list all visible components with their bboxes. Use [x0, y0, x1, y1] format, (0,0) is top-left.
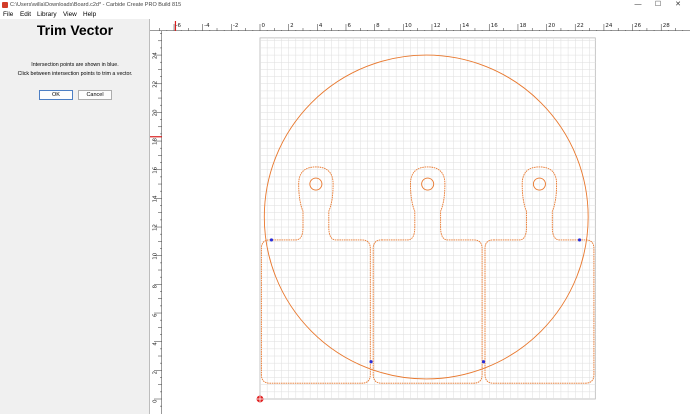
ruler-label: 24: [153, 52, 159, 59]
intersection-point: [481, 360, 486, 364]
horizontal-ruler: -6 -4 -2 0 2 4 6 8 10 12 14 16 18 20 22 24 26 28: [150, 19, 690, 32]
ruler-label: 12: [153, 224, 159, 231]
ok-button[interactable]: OK: [39, 90, 73, 100]
trim-vector-panel: Trim Vector Intersection points are show…: [0, 19, 150, 414]
ruler-label: 10: [153, 252, 159, 259]
vertical-ruler: 24 22 20 18 16 14 12 10 8 6 4 2 0: [150, 31, 162, 414]
ruler-label: 22: [577, 23, 584, 29]
menu-edit[interactable]: Edit: [20, 10, 31, 19]
ruler-label: 6: [347, 23, 351, 29]
ruler-label: 16: [153, 166, 159, 173]
ruler-label: 10: [405, 23, 412, 29]
app-icon: [2, 2, 8, 8]
ruler-label: 26: [634, 23, 641, 29]
menu-file[interactable]: File: [3, 10, 13, 19]
menu-help[interactable]: Help: [83, 10, 96, 19]
panel-message-intersections: Intersection points are shown in blue.: [31, 62, 119, 68]
ruler-label: -2: [233, 23, 238, 29]
ruler-label: 28: [663, 23, 670, 29]
menu-bar: File Edit Library View Help: [0, 10, 690, 19]
vertical-ruler-graphic: 242220181614121086420: [150, 33, 162, 407]
ruler-label: 22: [153, 81, 159, 88]
panel-message-instructions: Click between intersection points to tri…: [17, 71, 133, 77]
intersection-point: [577, 238, 582, 242]
title-bar: C:\Users\willa\Downloads\Board.c2d* - Ca…: [0, 0, 690, 10]
ruler-label: -4: [204, 23, 210, 29]
ruler-label: 2: [153, 371, 159, 375]
ruler-label: 24: [605, 23, 612, 29]
ruler-label: 0: [153, 399, 159, 403]
ruler-label: 20: [548, 23, 555, 29]
cancel-button[interactable]: Cancel: [78, 90, 112, 100]
window-title: C:\Users\willa\Downloads\Board.c2d* - Ca…: [10, 2, 182, 8]
close-button[interactable]: ✕: [668, 0, 688, 10]
ruler-label: 20: [153, 109, 159, 116]
ruler-label: 18: [519, 23, 526, 29]
ruler-label: 8: [376, 23, 380, 29]
ruler-label: -6: [176, 23, 182, 29]
panel-title: Trim Vector: [36, 22, 114, 38]
ruler-label: 6: [153, 313, 159, 317]
menu-view[interactable]: View: [63, 10, 77, 19]
menu-library[interactable]: Library: [37, 10, 57, 19]
design-canvas[interactable]: [162, 31, 690, 414]
intersection-point: [269, 238, 274, 242]
ruler-label: 8: [153, 284, 159, 288]
ruler-label: 18: [153, 138, 159, 145]
intersection-point: [369, 360, 373, 364]
minimize-button[interactable]: —: [628, 0, 648, 10]
ruler-label: 2: [290, 23, 294, 29]
ruler-label: 14: [153, 195, 159, 202]
ruler-label: 14: [462, 23, 469, 29]
ruler-label: 0: [262, 23, 266, 29]
ruler-label: 16: [491, 23, 498, 29]
ruler-label: 4: [153, 342, 159, 346]
canvas-drawing[interactable]: [162, 31, 690, 414]
origin-icon: [256, 395, 264, 403]
ruler-label: 12: [433, 23, 440, 29]
ruler-label: 4: [319, 23, 323, 29]
maximize-button[interactable]: ☐: [648, 0, 668, 10]
